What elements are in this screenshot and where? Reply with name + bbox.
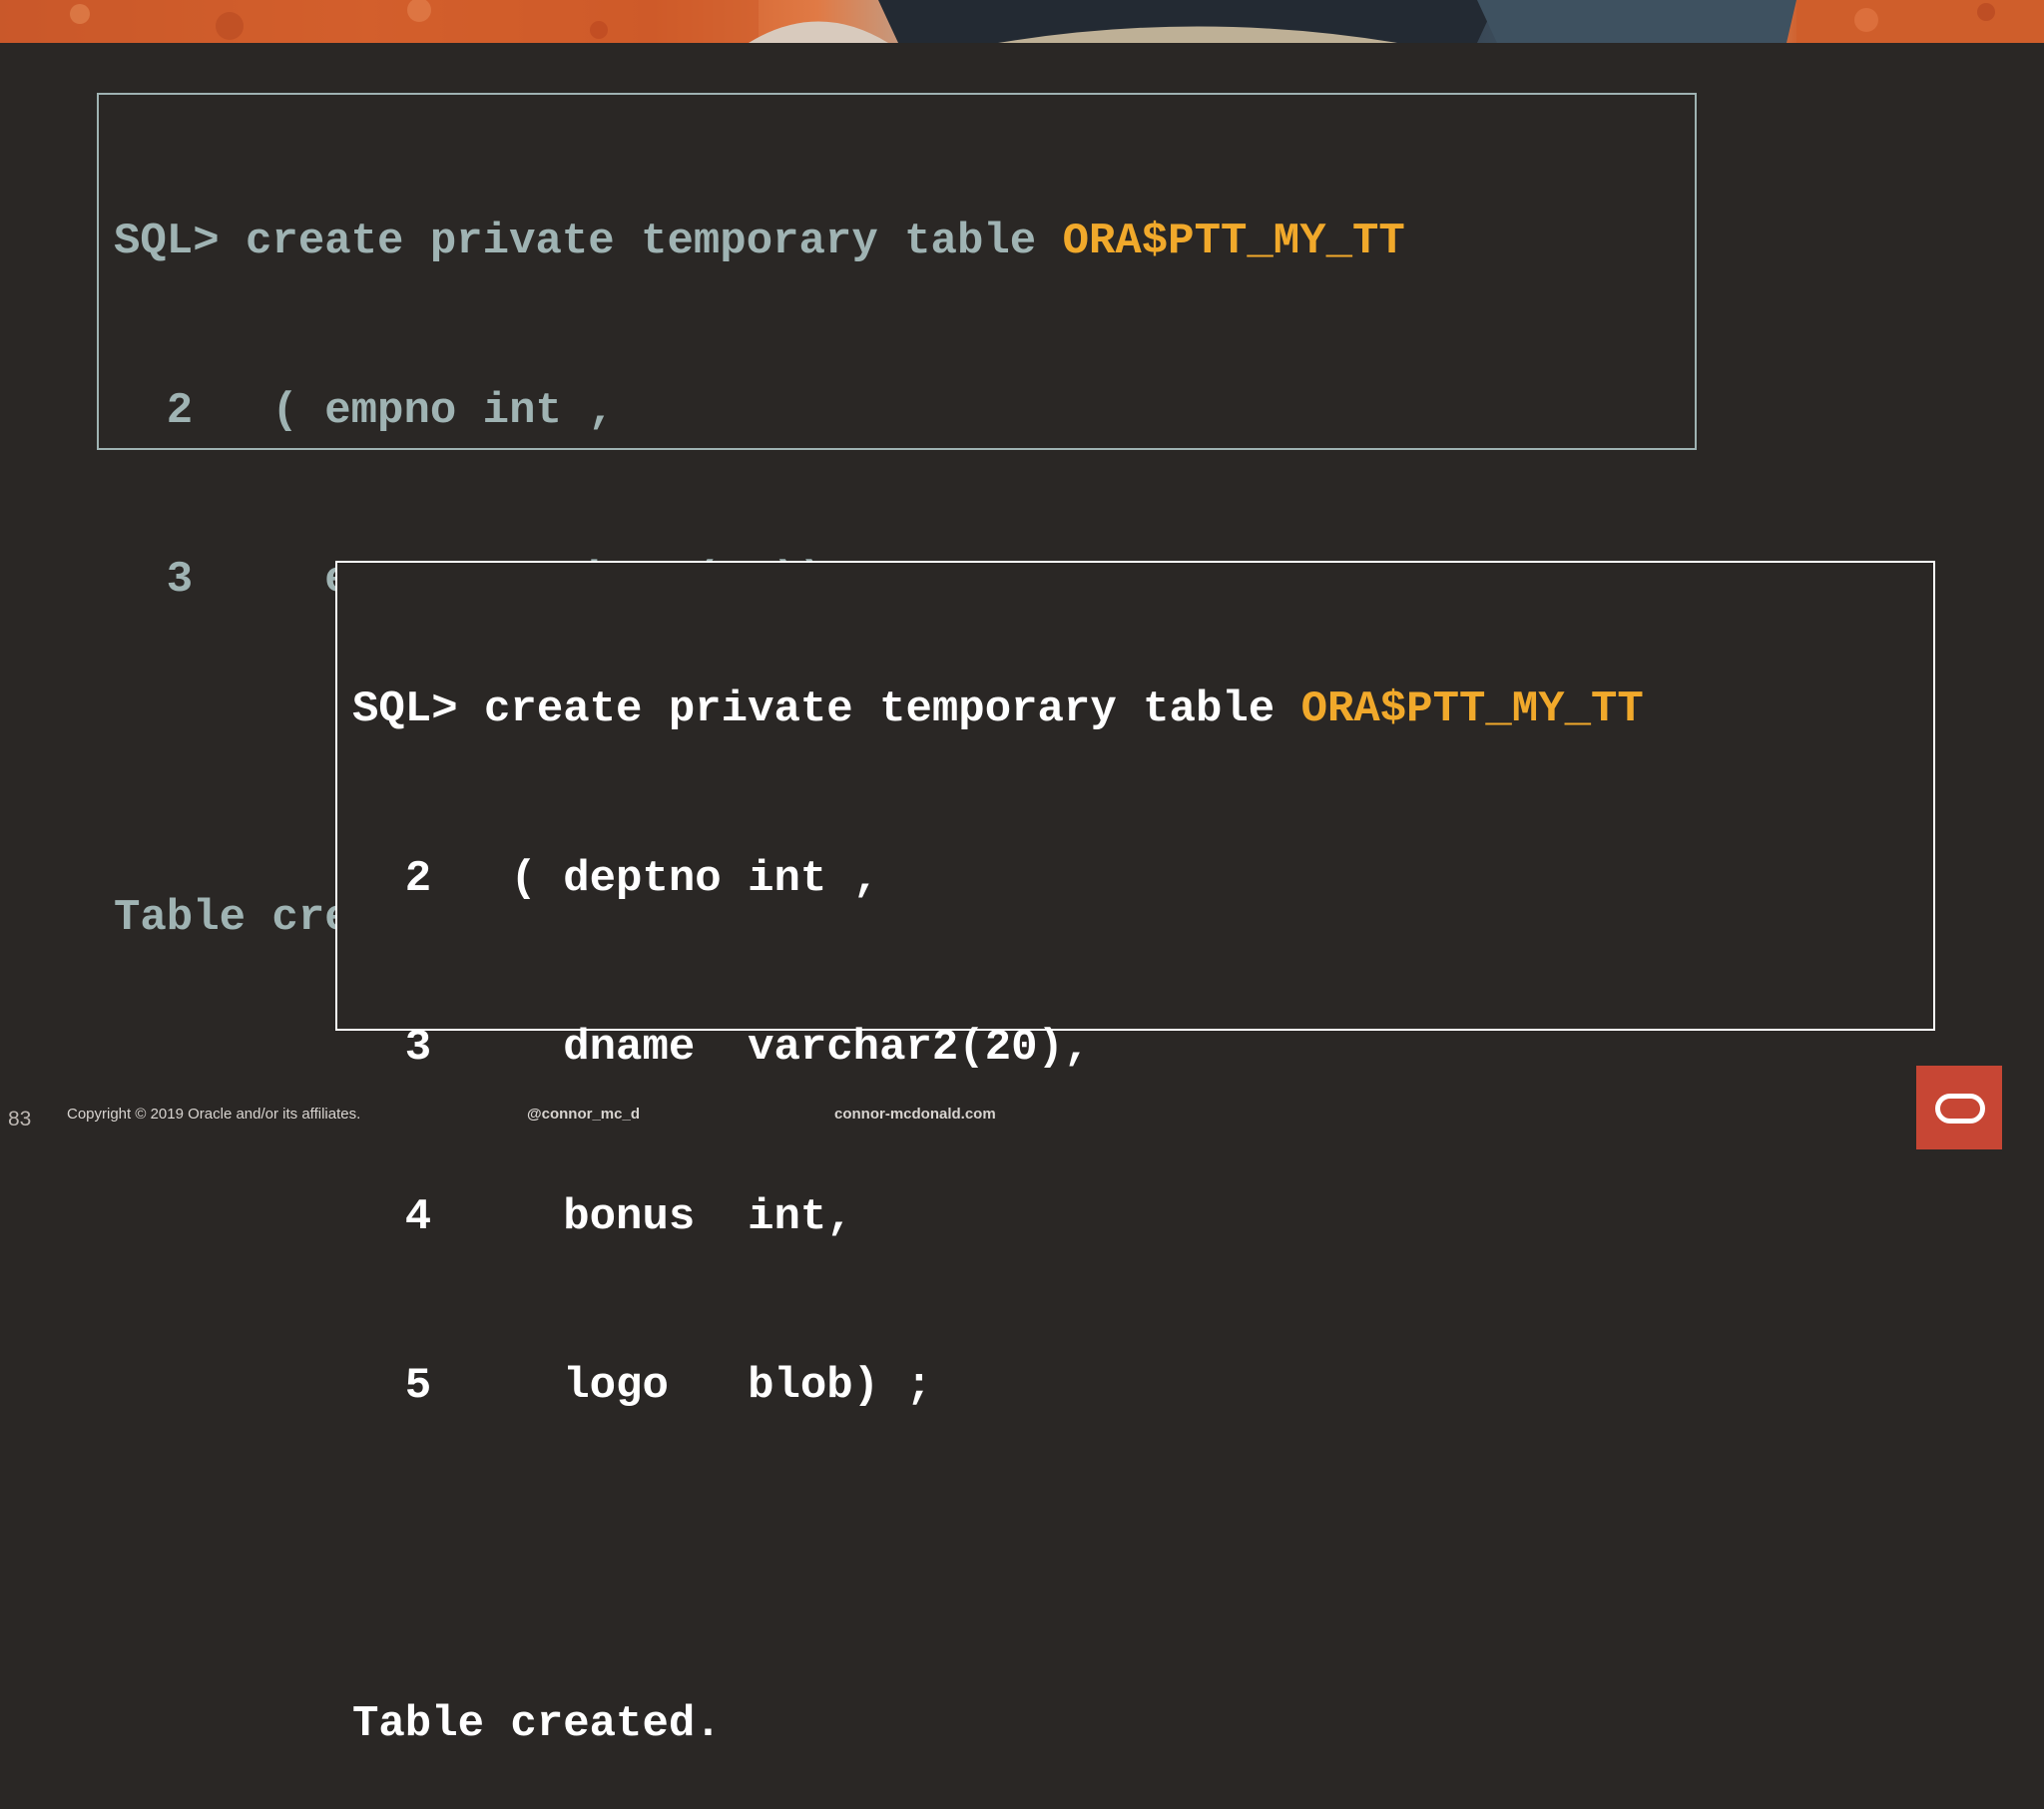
twitter-handle: @connor_mc_d — [527, 1106, 640, 1123]
code-line: 4 bonus int, — [352, 1189, 1933, 1246]
code-text: SQL> create private temporary table — [114, 217, 1063, 266]
code-line: 3 dname varchar2(20), — [352, 1020, 1933, 1077]
code-text: 2 ( empno int , — [114, 385, 615, 436]
website-url: connor-mcdonald.com — [834, 1106, 996, 1123]
code-line: 5 logo blob) ; — [352, 1358, 1933, 1415]
header-artwork-banner — [0, 0, 2044, 43]
result-message: Table created. — [352, 1699, 722, 1749]
code-line: SQL> create private temporary table ORA$… — [114, 214, 1695, 270]
table-name-highlight: ORA$PTT_MY_TT — [1062, 217, 1405, 266]
code-text: 4 bonus int, — [352, 1191, 853, 1242]
slide-page-number: 83 — [8, 1108, 32, 1131]
sql-listing-employee-table: SQL> create private temporary table ORA$… — [97, 93, 1697, 943]
oracle-ring-shape — [1935, 1094, 1985, 1124]
code-text: 3 dname varchar2(20), — [352, 1023, 1091, 1073]
code-text: 2 ( deptno int , — [352, 853, 880, 904]
code-text: SQL> create private temporary table — [352, 684, 1301, 734]
code-line: SQL> create private temporary table ORA$… — [352, 681, 1933, 738]
sql-listing-department-table: SQL> create private temporary table ORA$… — [335, 561, 1935, 1749]
code-line: 2 ( deptno int , — [352, 851, 1933, 908]
code-line: Table created. — [352, 1696, 1933, 1753]
copyright-notice: Copyright © 2019 Oracle and/or its affil… — [67, 1106, 361, 1123]
oracle-logo-icon — [1916, 1066, 2002, 1149]
code-text: 5 logo blob) ; — [352, 1361, 932, 1411]
banner-artwork — [0, 0, 2044, 43]
code-line: 2 ( empno int , — [114, 383, 1695, 440]
table-name-highlight: ORA$PTT_MY_TT — [1300, 684, 1644, 734]
